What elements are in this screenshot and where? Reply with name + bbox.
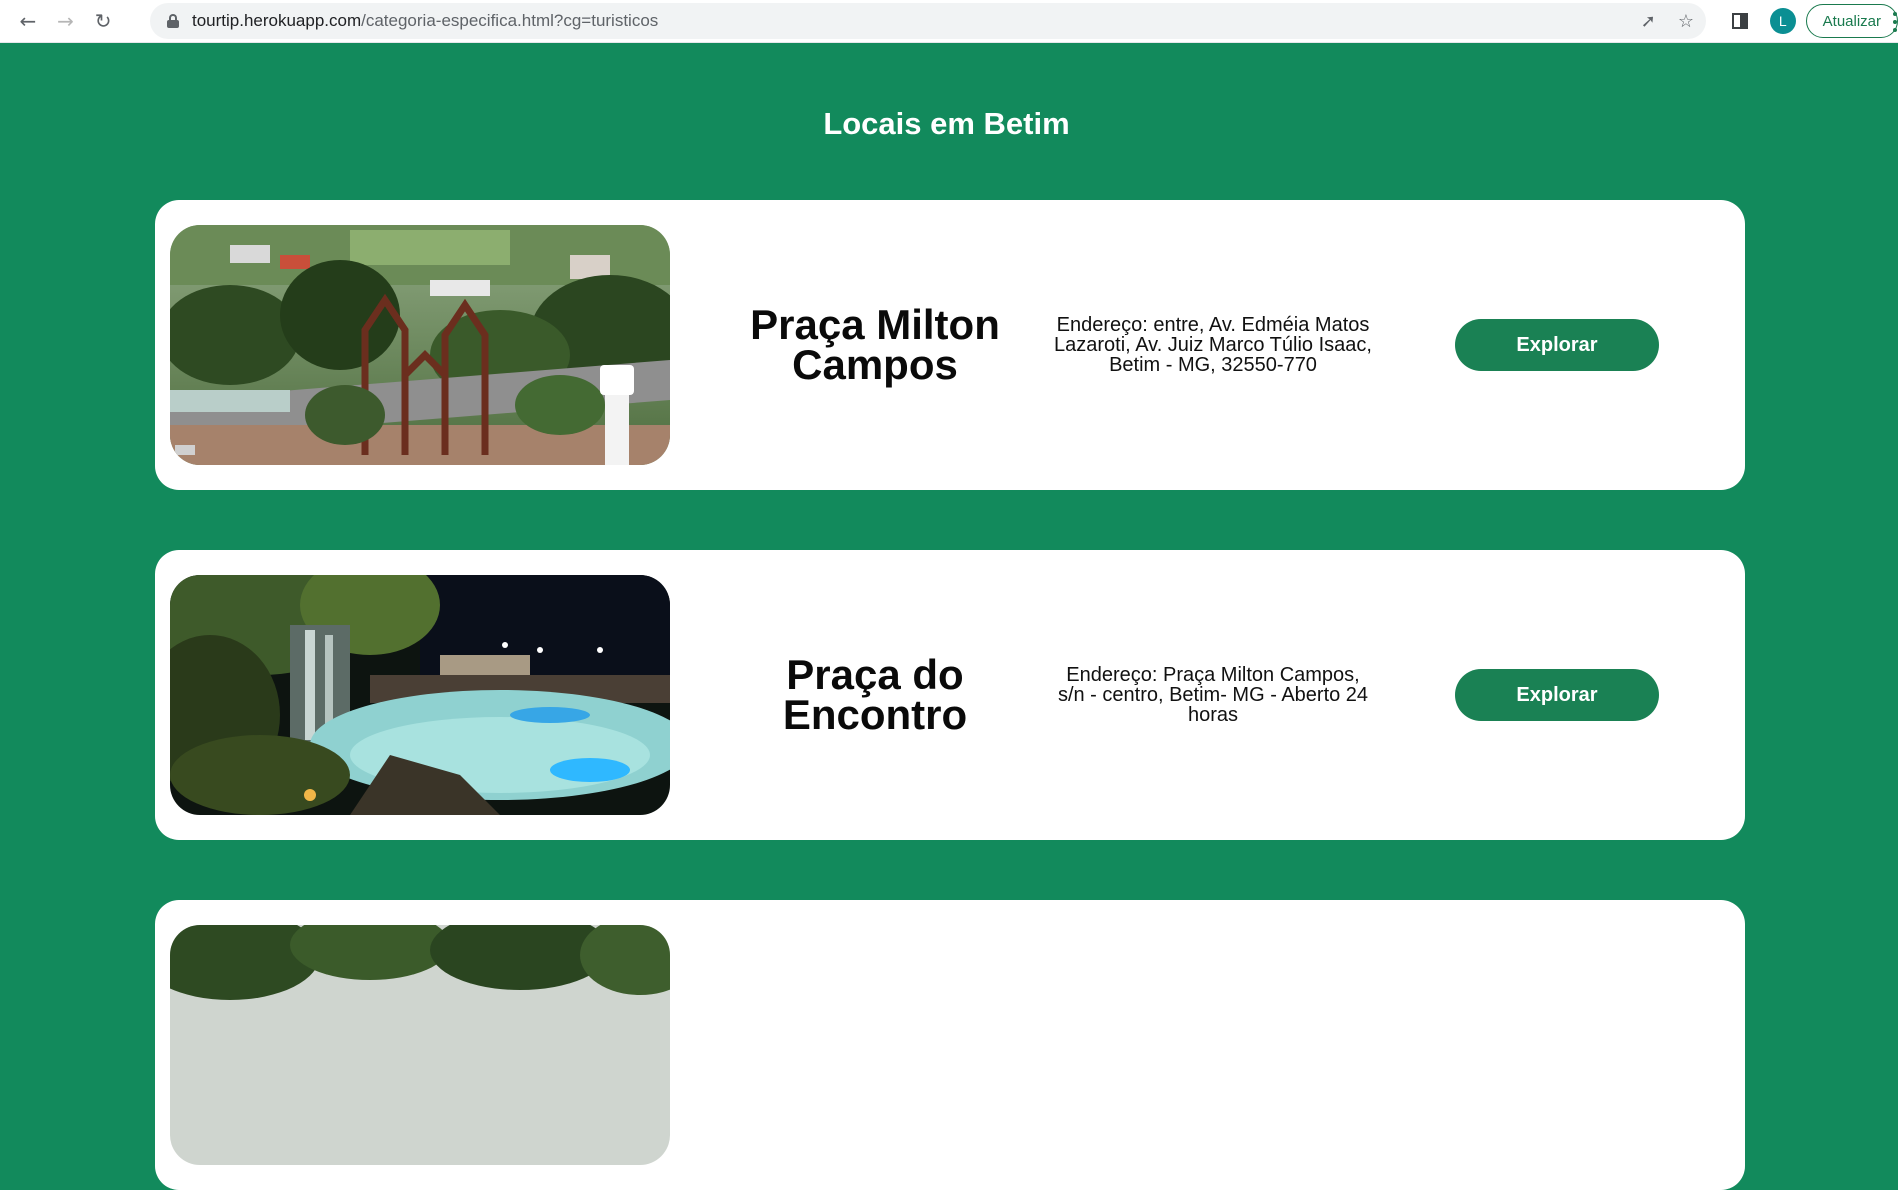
back-arrow-icon[interactable]: ← bbox=[9, 2, 47, 40]
star-icon[interactable]: ☆ bbox=[1678, 11, 1694, 32]
place-photo-milton-campos bbox=[170, 225, 670, 465]
forward-arrow-icon[interactable]: → bbox=[47, 2, 85, 40]
url-domain: tourtip.herokuapp.com bbox=[191, 11, 362, 30]
place-image bbox=[170, 575, 670, 815]
place-photo-third bbox=[170, 925, 670, 1165]
place-card bbox=[155, 900, 1745, 1190]
page-title-text: Locais em Betim bbox=[823, 106, 1070, 141]
kebab-menu-icon[interactable] bbox=[1892, 8, 1898, 36]
place-name: Praça do Encontro bbox=[782, 651, 968, 738]
page-title: Locais em Betim bbox=[0, 106, 1898, 142]
browser-toolbar: ← → ↻ tourtip.herokuapp.com/categoria-es… bbox=[0, 0, 1898, 43]
place-address: Endereço: Praça Milton Campos, s/n - cen… bbox=[1057, 664, 1369, 726]
explore-button[interactable]: Explorar bbox=[1455, 319, 1659, 371]
reload-icon[interactable]: ↻ bbox=[84, 2, 122, 40]
place-photo-encontro bbox=[170, 575, 670, 815]
place-image bbox=[170, 225, 670, 465]
side-panel-icon[interactable] bbox=[1731, 13, 1748, 29]
lock-icon[interactable] bbox=[166, 14, 180, 28]
update-button[interactable]: Atualizar bbox=[1805, 4, 1898, 38]
address-bar[interactable]: tourtip.herokuapp.com/categoria-especifi… bbox=[149, 3, 1706, 39]
avatar[interactable]: L bbox=[1769, 8, 1796, 34]
place-image bbox=[170, 925, 670, 1165]
url-path: /categoria-especifica.html?cg=turisticos bbox=[361, 11, 659, 30]
place-name: Praça Milton Campos bbox=[750, 301, 1000, 388]
place-card: Praça do Encontro Endereço: Praça Milton… bbox=[155, 550, 1745, 840]
place-address: Endereço: entre, Av. Edméia Matos Lazaro… bbox=[1054, 314, 1372, 376]
share-icon[interactable]: ➚ bbox=[1641, 11, 1656, 32]
url-text[interactable]: tourtip.herokuapp.com/categoria-especifi… bbox=[192, 11, 658, 31]
explore-button[interactable]: Explorar bbox=[1455, 669, 1659, 721]
place-card: Praça Milton Campos Endereço: entre, Av.… bbox=[155, 200, 1745, 490]
